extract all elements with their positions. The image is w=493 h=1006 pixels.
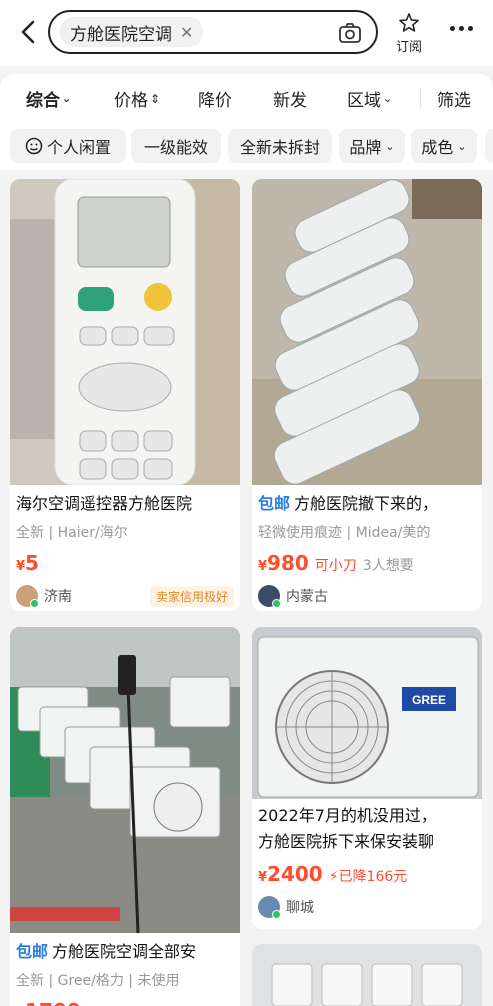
- sort-tab-label: 降价: [198, 91, 232, 111]
- product-card[interactable]: 包邮方舱医院空调全部安 全新 | Gree/格力 | 未使用 ¥1700: [10, 627, 240, 1006]
- price-drop-tag: ⚡已降166元: [329, 866, 408, 886]
- free-shipping-badge: 包邮: [16, 942, 49, 961]
- filter-chip-condition[interactable]: 成色 ⌄: [411, 129, 477, 163]
- filter-chip-label: 成色: [421, 138, 454, 157]
- sort-tab-filter[interactable]: 筛选: [437, 86, 471, 111]
- filter-chip-brand-new[interactable]: 全新未拆封: [228, 129, 332, 163]
- chevron-down-icon: ⌄: [383, 92, 393, 105]
- price-value: 2400: [267, 862, 323, 886]
- negotiable-tag: 可小刀: [314, 558, 357, 574]
- product-card[interactable]: [252, 944, 482, 1006]
- filter-chip-label: 全新未拆封: [239, 138, 320, 157]
- more-icon[interactable]: [450, 26, 473, 31]
- sort-tab-label: 价格: [114, 91, 148, 111]
- seller-row[interactable]: 济南 卖家信用极好: [10, 585, 240, 608]
- subscribe-button[interactable]: 订阅: [392, 12, 426, 55]
- price-value: 1700: [25, 999, 81, 1006]
- free-shipping-badge: 包邮: [258, 494, 291, 513]
- chevron-down-icon: ⌄: [457, 139, 467, 153]
- filter-chip-more[interactable]: [485, 129, 493, 163]
- product-price: ¥980: [258, 551, 309, 575]
- filter-chip-energy[interactable]: 一级能效: [131, 129, 221, 163]
- filter-chip-label: 品牌: [349, 138, 382, 157]
- top-bar: 方舱医院空调 ✕ 订阅: [0, 0, 493, 66]
- sort-updown-icon: ⇕: [150, 91, 161, 106]
- currency-symbol: ¥: [258, 559, 268, 574]
- chevron-down-icon: ⌄: [62, 92, 72, 105]
- lightning-icon: ⚡: [328, 869, 339, 885]
- product-title-line2: 方舱医院拆下来保安装聊: [258, 832, 435, 851]
- avatar[interactable]: [258, 585, 281, 608]
- seller-location: 聊城: [286, 900, 314, 916]
- search-box[interactable]: 方舱医院空调 ✕: [48, 10, 378, 54]
- product-card[interactable]: 包邮 方舱医院撤下来的， 轻微使用痕迹 | Midea/美的 ¥980 可小刀 3…: [252, 179, 482, 611]
- filter-bar: 个人闲置 一级能效 全新未拆封 品牌 ⌄ 成色 ⌄: [0, 122, 493, 170]
- product-card[interactable]: GREE 2022年7月的机没用过， 方舱医院拆下来保安装聊 ¥2400 ⚡已降…: [252, 627, 482, 929]
- filter-chip-personal[interactable]: 个人闲置: [10, 129, 126, 163]
- product-price-row: ¥980 可小刀 3人想要: [252, 551, 482, 575]
- sort-tab-newest[interactable]: 新发: [273, 86, 307, 111]
- price-drop-text: 已降166元: [338, 869, 408, 885]
- sort-tab-label: 区域: [347, 91, 381, 111]
- sort-tab-label: 筛选: [437, 91, 471, 111]
- product-title[interactable]: 海尔空调遥控器方舱医院: [10, 493, 240, 515]
- product-image: GREE: [252, 627, 482, 799]
- product-image: [10, 627, 240, 933]
- product-price-row: ¥2400 ⚡已降166元: [252, 862, 482, 886]
- product-meta: 全新 | Haier/海尔: [16, 525, 128, 541]
- product-title-text: 方舱医院空调全部安: [52, 942, 197, 961]
- avatar[interactable]: [16, 585, 39, 608]
- product-price-row: ¥5: [10, 551, 240, 575]
- product-title[interactable]: 包邮 方舱医院空调全部安: [10, 941, 240, 963]
- product-card[interactable]: 海尔空调遥控器方舱医院 全新 | Haier/海尔 ¥5 济南 卖家信用极好: [10, 179, 240, 611]
- divider: [420, 88, 421, 108]
- sort-tab-price[interactable]: 价格 ⇕: [114, 86, 160, 111]
- sort-bar: 综合 ⌄ 价格 ⇕ 降价 新发 区域 ⌄ 筛选: [0, 74, 493, 122]
- seller-location: 济南: [44, 589, 72, 605]
- product-price-row: ¥1700: [10, 999, 240, 1006]
- sort-tab-price-drop[interactable]: 降价: [198, 86, 232, 111]
- filter-chip-label: 个人闲置: [46, 138, 111, 157]
- sort-tab-region[interactable]: 区域 ⌄: [347, 86, 392, 111]
- pin-star-icon: [399, 13, 419, 32]
- credit-badge: 卖家信用极好: [149, 585, 234, 607]
- wants-count: 3人想要: [362, 558, 414, 574]
- chevron-down-icon: ⌄: [385, 139, 395, 153]
- seller-row[interactable]: 内蒙古: [252, 585, 482, 608]
- currency-symbol: ¥: [16, 559, 26, 574]
- seller-location: 内蒙古: [286, 589, 328, 605]
- sort-tab-composite[interactable]: 综合 ⌄: [26, 86, 71, 111]
- product-image: [252, 944, 482, 1006]
- product-title[interactable]: 2022年7月的机没用过，: [252, 805, 482, 827]
- product-price: ¥2400: [258, 862, 323, 886]
- search-query-chip[interactable]: 方舱医院空调 ✕: [60, 17, 204, 47]
- filter-chip-brand[interactable]: 品牌 ⌄: [339, 129, 405, 163]
- camera-icon[interactable]: [338, 21, 362, 45]
- price-value: 980: [267, 551, 309, 575]
- product-image: [10, 179, 240, 485]
- currency-symbol: ¥: [258, 870, 268, 885]
- product-title[interactable]: 包邮 方舱医院撤下来的，: [252, 493, 482, 515]
- price-value: 5: [25, 551, 39, 575]
- face-icon: [25, 137, 43, 155]
- product-meta: 全新 | Gree/格力 | 未使用: [16, 973, 180, 989]
- search-query-text: 方舱医院空调: [70, 24, 172, 45]
- product-title-text: 方舱医院撤下来的，: [294, 494, 439, 513]
- product-price: ¥1700: [16, 999, 81, 1006]
- product-image: [252, 179, 482, 485]
- subscribe-label: 订阅: [395, 40, 422, 55]
- product-meta: 轻微使用痕迹 | Midea/美的: [258, 525, 431, 541]
- seller-row[interactable]: 聊城: [252, 896, 482, 919]
- avatar[interactable]: [258, 896, 281, 919]
- product-price: ¥5: [16, 551, 39, 575]
- sort-tab-label: 综合: [26, 91, 60, 111]
- back-icon[interactable]: [14, 18, 42, 46]
- svg-text:GREE: GREE: [412, 693, 446, 707]
- clear-icon[interactable]: ✕: [180, 23, 193, 42]
- filter-chip-label: 一级能效: [143, 138, 208, 157]
- sort-tab-label: 新发: [273, 91, 307, 111]
